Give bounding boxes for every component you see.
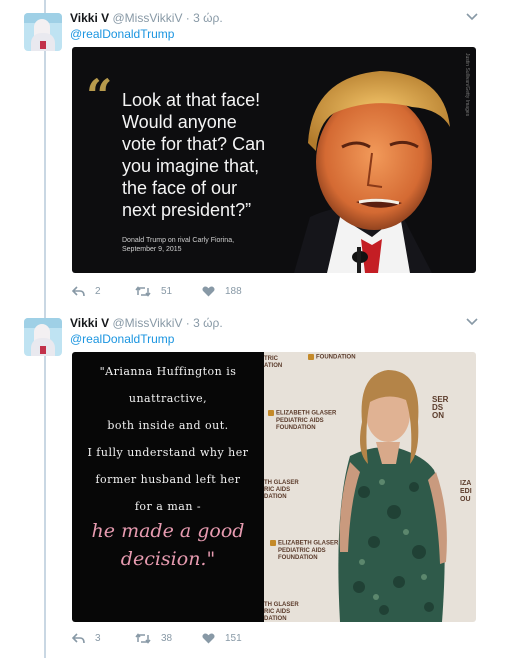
- tweet-header: Vikki V @MissVikkiV · 3 ώρ.: [70, 316, 223, 330]
- avatar[interactable]: [24, 318, 62, 356]
- author-name[interactable]: Vikki V: [70, 316, 109, 330]
- like-count: 151: [225, 633, 242, 644]
- quote-panel: "Arianna Huffington is unattractive, bot…: [72, 352, 264, 622]
- quote-highlight-line: decision.": [120, 548, 216, 570]
- tweet-2: Vikki V @MissVikkiV · 3 ώρ. @realDonaldT…: [0, 0, 505, 658]
- quote-line: for a man -: [134, 500, 202, 513]
- reply-icon: [72, 633, 85, 644]
- quote-highlight-line: he made a good: [91, 520, 245, 542]
- author-handle[interactable]: @MissVikkiV: [112, 316, 182, 330]
- reply-count: 3: [95, 633, 101, 644]
- timestamp[interactable]: · 3 ώρ.: [186, 316, 223, 330]
- retweet-button[interactable]: 38: [135, 633, 172, 644]
- quote-line: I fully understand why her: [87, 446, 249, 459]
- quote-line: both inside and out.: [107, 419, 229, 432]
- retweet-icon: [135, 633, 151, 644]
- reply-button[interactable]: 3: [72, 633, 101, 644]
- tweet-image[interactable]: "Arianna Huffington is unattractive, bot…: [72, 352, 476, 622]
- quote-line: unattractive,: [128, 392, 208, 405]
- chevron-down-icon[interactable]: [466, 316, 478, 328]
- quote-line: "Arianna Huffington is: [99, 365, 237, 378]
- arianna-photo: FOUNDATION ELIZABETH GLASER PEDIATRIC AID…: [264, 352, 476, 622]
- backdrop-logo: SER DS ON: [432, 395, 449, 420]
- retweet-count: 38: [161, 633, 173, 644]
- backdrop-logo: IZA EDI OU: [460, 480, 472, 503]
- quote-line: former husband left her: [95, 473, 241, 486]
- heart-icon: [202, 633, 215, 644]
- like-button[interactable]: 151: [202, 633, 242, 644]
- tweet-actions: 3 38 151: [72, 633, 372, 649]
- mention-link[interactable]: @realDonaldTrump: [70, 332, 174, 346]
